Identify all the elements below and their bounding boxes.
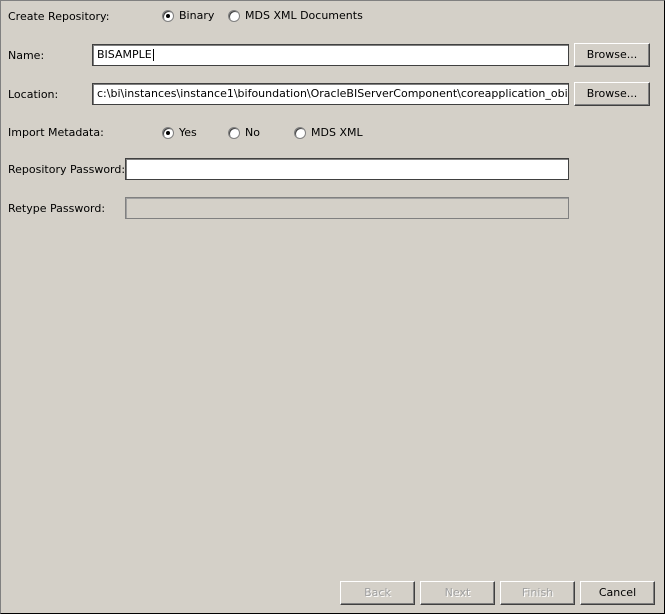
radio-unselected-icon (228, 126, 240, 139)
radio-import-no-label: No (245, 126, 260, 139)
location-field[interactable]: c:\bi\instances\instance1\bifoundation\O… (92, 83, 569, 105)
radio-unselected-icon (294, 126, 306, 139)
radio-binary-label: Binary (179, 9, 215, 22)
radio-import-mds-xml[interactable]: MDS XML (294, 126, 363, 139)
finish-button[interactable]: Finish (500, 581, 575, 605)
radio-selected-icon (162, 9, 174, 22)
location-label: Location: (8, 88, 59, 101)
radio-binary[interactable]: Binary (162, 9, 214, 22)
radio-mds-xml-documents-label: MDS XML Documents (245, 9, 363, 22)
radio-import-yes[interactable]: Yes (162, 126, 197, 139)
cancel-button[interactable]: Cancel (580, 581, 655, 605)
create-repository-label: Create Repository: (8, 10, 110, 23)
repository-password-label: Repository Password: (8, 163, 126, 176)
radio-selected-icon (162, 126, 174, 139)
radio-import-mds-xml-label: MDS XML (311, 126, 363, 139)
name-field[interactable]: BISAMPLE (92, 44, 569, 66)
repository-password-field[interactable] (125, 158, 569, 180)
retype-password-label: Retype Password: (8, 202, 106, 215)
back-button[interactable]: Back (340, 581, 415, 605)
radio-unselected-icon (228, 9, 240, 22)
create-repository-dialog: Create Repository: Binary MDS XML Docume… (0, 0, 665, 614)
text-caret (152, 49, 154, 61)
import-metadata-label: Import Metadata: (8, 126, 104, 139)
name-browse-button[interactable]: Browse... (574, 43, 650, 67)
radio-import-no[interactable]: No (228, 126, 260, 139)
location-browse-button[interactable]: Browse... (574, 82, 650, 106)
next-button[interactable]: Next (420, 581, 495, 605)
radio-mds-xml-documents[interactable]: MDS XML Documents (228, 9, 363, 22)
name-value: BISAMPLE (97, 48, 152, 61)
radio-import-yes-label: Yes (179, 126, 197, 139)
retype-password-field[interactable] (125, 197, 569, 219)
name-label: Name: (8, 49, 45, 62)
